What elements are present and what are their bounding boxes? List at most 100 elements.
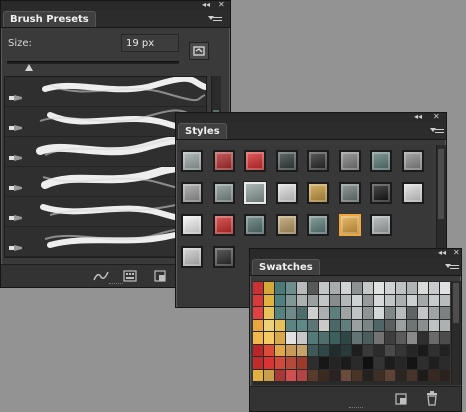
color-swatch[interactable] (385, 369, 395, 381)
style-preset-thumbnail[interactable] (275, 150, 298, 172)
create-new-preset-icon[interactable] (122, 269, 138, 283)
color-swatch[interactable] (363, 332, 373, 344)
color-swatch[interactable] (308, 332, 318, 344)
color-swatch[interactable] (352, 294, 362, 306)
color-swatch[interactable] (319, 307, 329, 319)
color-swatch[interactable] (374, 294, 384, 306)
close-icon[interactable]: ✕ (433, 113, 440, 121)
color-swatch[interactable] (429, 307, 439, 319)
color-swatch[interactable] (330, 319, 340, 331)
color-swatch[interactable] (341, 357, 351, 369)
color-swatch[interactable] (352, 282, 362, 294)
color-swatch[interactable] (297, 357, 307, 369)
color-swatch[interactable] (352, 319, 362, 331)
color-swatch[interactable] (407, 332, 417, 344)
color-swatch[interactable] (440, 344, 450, 356)
toggle-brush-panel-icon[interactable] (92, 269, 110, 283)
color-swatch[interactable] (341, 282, 351, 294)
color-swatch[interactable] (374, 319, 384, 331)
style-preset-thumbnail[interactable] (244, 214, 266, 236)
color-swatch[interactable] (429, 282, 439, 294)
color-swatch[interactable] (286, 282, 296, 294)
color-swatch[interactable] (385, 344, 395, 356)
color-swatch[interactable] (418, 344, 428, 356)
collapse-icon[interactable]: ◂◂ (414, 113, 422, 121)
color-swatch[interactable] (407, 369, 417, 381)
create-new-preset-button[interactable] (189, 42, 209, 60)
color-swatch[interactable] (440, 319, 450, 331)
color-swatch[interactable] (418, 357, 428, 369)
color-swatch[interactable] (330, 344, 340, 356)
color-swatch[interactable] (286, 332, 296, 344)
color-swatch[interactable] (363, 369, 373, 381)
tab-swatches[interactable]: Swatches (252, 259, 320, 275)
resize-grip[interactable] (108, 283, 123, 286)
color-swatch[interactable] (264, 294, 274, 306)
panel-menu-icon[interactable] (430, 127, 444, 135)
color-swatch[interactable] (363, 357, 373, 369)
style-preset-thumbnail[interactable] (370, 214, 392, 236)
style-preset-thumbnail[interactable] (181, 214, 203, 236)
color-swatch[interactable] (396, 294, 406, 306)
color-swatch[interactable] (396, 357, 406, 369)
panel-menu-icon[interactable] (445, 263, 459, 271)
style-preset-thumbnail[interactable] (338, 214, 361, 236)
color-swatch[interactable] (407, 307, 417, 319)
color-swatch[interactable] (308, 369, 318, 381)
style-preset-thumbnail[interactable] (370, 150, 392, 172)
color-swatch[interactable] (308, 344, 318, 356)
style-preset-thumbnail[interactable] (307, 150, 329, 172)
style-preset-thumbnail[interactable] (181, 246, 203, 268)
color-swatch[interactable] (275, 319, 285, 331)
color-swatch[interactable] (264, 319, 274, 331)
color-swatch[interactable] (374, 307, 384, 319)
size-slider-thumb[interactable] (24, 64, 33, 71)
color-swatch[interactable] (396, 344, 406, 356)
color-swatch[interactable] (352, 307, 362, 319)
color-swatch[interactable] (275, 282, 285, 294)
color-swatch[interactable] (418, 319, 428, 331)
color-swatch[interactable] (264, 307, 274, 319)
new-swatch-icon[interactable] (394, 392, 408, 406)
style-preset-thumbnail[interactable] (401, 150, 424, 172)
color-swatch[interactable] (253, 307, 263, 319)
color-swatch[interactable] (308, 357, 318, 369)
color-swatch[interactable] (385, 294, 395, 306)
color-swatch[interactable] (407, 344, 417, 356)
style-preset-thumbnail[interactable] (275, 182, 298, 204)
color-swatch[interactable] (418, 307, 428, 319)
color-swatch[interactable] (385, 282, 395, 294)
color-swatch[interactable] (330, 357, 340, 369)
color-swatch[interactable] (363, 307, 373, 319)
style-preset-thumbnail[interactable] (307, 214, 329, 236)
color-swatch[interactable] (264, 344, 274, 356)
color-swatch[interactable] (330, 282, 340, 294)
style-preset-thumbnail[interactable] (181, 150, 203, 172)
color-swatch[interactable] (253, 319, 263, 331)
color-swatch[interactable] (253, 344, 263, 356)
color-swatch[interactable] (319, 357, 329, 369)
style-preset-thumbnail[interactable] (212, 150, 235, 172)
color-swatch[interactable] (297, 332, 307, 344)
color-swatch[interactable] (286, 369, 296, 381)
color-swatch[interactable] (319, 294, 329, 306)
color-swatch[interactable] (319, 332, 329, 344)
tab-styles[interactable]: Styles (178, 123, 227, 139)
color-swatch[interactable] (275, 357, 285, 369)
color-swatch[interactable] (297, 294, 307, 306)
color-swatch[interactable] (297, 319, 307, 331)
color-swatch[interactable] (407, 319, 417, 331)
collapse-icon[interactable]: ◂◂ (438, 249, 446, 257)
scrollbar-thumb[interactable] (453, 283, 459, 323)
color-swatch[interactable] (374, 282, 384, 294)
color-swatch[interactable] (396, 369, 406, 381)
color-swatch[interactable] (341, 307, 351, 319)
color-swatch[interactable] (374, 357, 384, 369)
color-swatch[interactable] (275, 344, 285, 356)
color-swatch[interactable] (341, 344, 351, 356)
style-preset-thumbnail[interactable] (401, 182, 424, 204)
delete-preset-icon[interactable] (153, 269, 167, 283)
color-swatch[interactable] (385, 357, 395, 369)
color-swatch[interactable] (440, 357, 450, 369)
color-swatch[interactable] (286, 307, 296, 319)
